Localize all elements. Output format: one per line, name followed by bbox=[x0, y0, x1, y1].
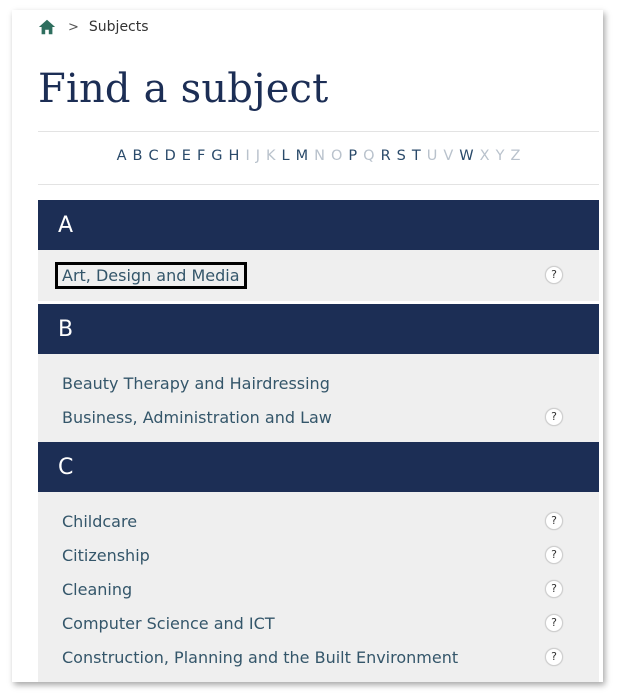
alphabet-letter-v: V bbox=[443, 148, 454, 164]
home-icon bbox=[38, 19, 56, 35]
help-icon[interactable]: ? bbox=[545, 648, 563, 666]
list-item: Beauty Therapy and Hairdressing bbox=[38, 366, 599, 400]
section-heading: C bbox=[38, 442, 599, 492]
list-item: Art, Design and Media ? bbox=[38, 258, 599, 292]
alphabet-letter-l[interactable]: L bbox=[282, 148, 290, 164]
alphabet-letter-u: U bbox=[426, 148, 438, 164]
alphabet-letter-z: Z bbox=[510, 148, 521, 164]
divider-top bbox=[38, 131, 599, 132]
alphabet-letter-s[interactable]: S bbox=[397, 148, 406, 164]
subject-link-art-design-media[interactable]: Art, Design and Media bbox=[55, 261, 247, 289]
subject-link-construction-planning[interactable]: Construction, Planning and the Built Env… bbox=[62, 648, 458, 667]
alphabet-letter-y: Y bbox=[495, 148, 505, 164]
alphabet-letter-q: Q bbox=[363, 148, 375, 164]
alphabet-letter-n: N bbox=[314, 148, 325, 164]
help-icon[interactable]: ? bbox=[545, 266, 563, 284]
list-item: Construction, Planning and the Built Env… bbox=[38, 640, 599, 674]
divider-bottom bbox=[38, 184, 599, 185]
alphabet-letter-m[interactable]: M bbox=[296, 148, 309, 164]
alphabet-letter-w[interactable]: W bbox=[459, 148, 473, 164]
help-icon[interactable]: ? bbox=[545, 614, 563, 632]
subject-link-citizenship[interactable]: Citizenship bbox=[62, 546, 150, 565]
list-item: Computer Science and ICT ? bbox=[38, 606, 599, 640]
help-icon[interactable]: ? bbox=[545, 512, 563, 530]
section-body: Childcare ? Citizenship ? Cleaning ? Com… bbox=[38, 492, 599, 682]
breadcrumb: > Subjects bbox=[38, 18, 149, 36]
subject-link-business-admin-law[interactable]: Business, Administration and Law bbox=[62, 408, 332, 427]
alphabet-letter-d[interactable]: D bbox=[165, 148, 176, 164]
alphabet-letter-e[interactable]: E bbox=[182, 148, 191, 164]
alphabet-letter-o: O bbox=[331, 148, 343, 164]
home-link[interactable] bbox=[38, 18, 56, 36]
alphabet-letter-f[interactable]: F bbox=[197, 148, 205, 164]
section-b: B Beauty Therapy and Hairdressing Busine… bbox=[38, 304, 599, 448]
subject-link-childcare[interactable]: Childcare bbox=[62, 512, 137, 531]
subject-link-computer-science-ict[interactable]: Computer Science and ICT bbox=[62, 614, 275, 633]
list-item: Cleaning ? bbox=[38, 572, 599, 606]
page-frame: > Subjects Find a subject ABCDEFGHIJKLMN… bbox=[12, 10, 603, 682]
page-title: Find a subject bbox=[38, 66, 329, 112]
alphabet-nav: ABCDEFGHIJKLMNOPQRSTUVWXYZ bbox=[38, 148, 599, 164]
help-icon[interactable]: ? bbox=[545, 580, 563, 598]
subject-link-cleaning[interactable]: Cleaning bbox=[62, 580, 132, 599]
alphabet-letter-k: K bbox=[266, 148, 276, 164]
help-icon[interactable]: ? bbox=[545, 408, 563, 426]
list-item: Citizenship ? bbox=[38, 538, 599, 572]
alphabet-letter-r[interactable]: R bbox=[381, 148, 391, 164]
section-body: Art, Design and Media ? bbox=[38, 250, 599, 301]
alphabet-letter-h[interactable]: H bbox=[229, 148, 240, 164]
breadcrumb-separator: > bbox=[68, 19, 79, 35]
section-body: Beauty Therapy and Hairdressing Business… bbox=[38, 354, 599, 448]
section-c: C Childcare ? Citizenship ? Cleaning ? C… bbox=[38, 442, 599, 682]
section-heading: A bbox=[38, 200, 599, 250]
alphabet-letter-b[interactable]: B bbox=[133, 148, 143, 164]
alphabet-letter-c[interactable]: C bbox=[148, 148, 158, 164]
alphabet-letter-x: X bbox=[479, 148, 490, 164]
section-heading: B bbox=[38, 304, 599, 354]
section-a: A Art, Design and Media ? bbox=[38, 200, 599, 301]
list-item: Childcare ? bbox=[38, 504, 599, 538]
alphabet-letter-p[interactable]: P bbox=[348, 148, 357, 164]
alphabet-letter-a[interactable]: A bbox=[117, 148, 127, 164]
alphabet-letter-j: J bbox=[255, 148, 261, 164]
breadcrumb-current: Subjects bbox=[88, 19, 149, 35]
alphabet-letter-t[interactable]: T bbox=[412, 148, 421, 164]
help-icon[interactable]: ? bbox=[545, 546, 563, 564]
list-item: Business, Administration and Law ? bbox=[38, 400, 599, 434]
subject-link-beauty-therapy[interactable]: Beauty Therapy and Hairdressing bbox=[62, 374, 330, 393]
alphabet-letter-i: I bbox=[245, 148, 250, 164]
alphabet-letter-g[interactable]: G bbox=[211, 148, 222, 164]
